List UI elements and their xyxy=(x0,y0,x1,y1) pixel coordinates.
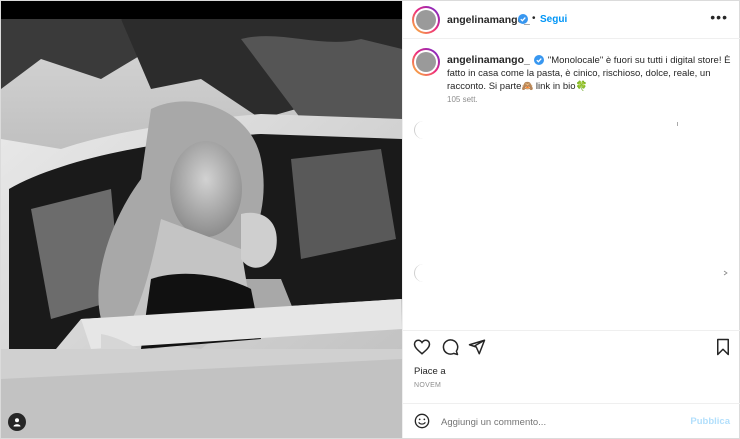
likes-text[interactable]: Piace a xyxy=(414,366,446,377)
comment-input[interactable] xyxy=(441,415,681,429)
follow-button[interactable]: Segui xyxy=(540,14,567,25)
more-options-icon[interactable]: ••• xyxy=(710,9,728,25)
comment-placeholder-mark xyxy=(723,270,728,276)
comment-bar: Pubblica xyxy=(403,403,740,439)
comment-placeholder-avatar xyxy=(414,121,433,139)
post-date: NOVEM xyxy=(414,382,442,389)
avatar[interactable] xyxy=(412,6,440,34)
comment-placeholder-mark xyxy=(677,122,678,126)
emoji-icon[interactable] xyxy=(414,413,430,429)
post-media xyxy=(1,1,402,438)
separator-dot: • xyxy=(532,13,536,24)
caption-username[interactable]: angelinamango_ xyxy=(447,54,530,66)
caption-text-block: angelinamango_ "Monolocale" è fuori su tu… xyxy=(447,54,732,93)
post-time[interactable]: 105 sett. xyxy=(447,95,478,104)
caption-section: angelinamango_ "Monolocale" è fuori su tu… xyxy=(403,38,740,322)
post-header: angelinamango_ • Segui ••• xyxy=(403,1,740,39)
post-sidebar: angelinamango_ • Segui ••• angelinamango… xyxy=(402,1,740,438)
action-bar xyxy=(403,330,740,361)
caption-avatar[interactable] xyxy=(412,48,440,76)
comment-icon[interactable] xyxy=(441,338,459,356)
verified-badge-icon xyxy=(518,14,528,24)
instagram-post-modal: angelinamango_ • Segui ••• angelinamango… xyxy=(0,0,740,439)
publish-button[interactable]: Pubblica xyxy=(690,416,730,427)
bookmark-icon[interactable] xyxy=(714,338,732,356)
verified-badge-icon xyxy=(533,55,544,66)
share-icon[interactable] xyxy=(468,338,486,356)
post-photo xyxy=(1,19,402,438)
heart-icon[interactable] xyxy=(413,338,431,356)
comment-placeholder-avatar xyxy=(414,264,433,282)
user-tag-icon[interactable] xyxy=(8,413,26,431)
